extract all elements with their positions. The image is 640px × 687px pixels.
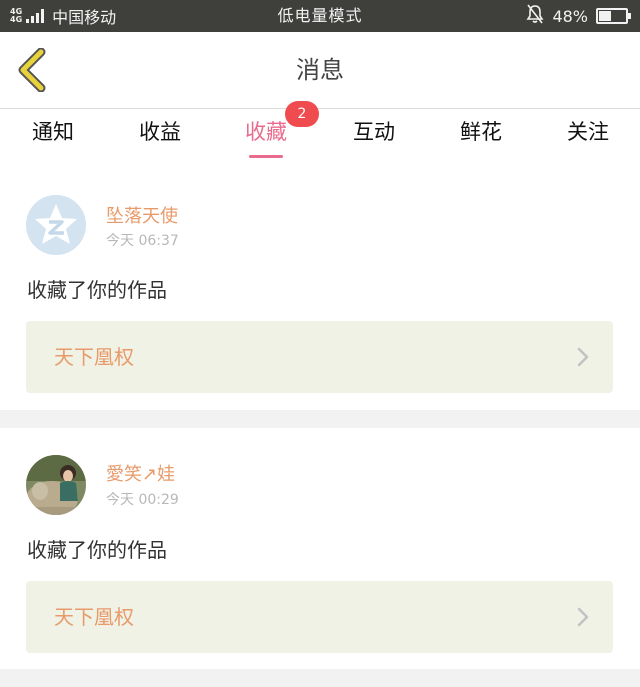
network-type-icon: 4G 4G — [10, 8, 22, 24]
back-button[interactable] — [14, 47, 54, 93]
avatar[interactable] — [26, 195, 86, 255]
tab-follows[interactable]: 关注 — [567, 117, 609, 147]
photo-avatar-icon — [26, 455, 86, 515]
signal-icon — [26, 9, 46, 23]
avatar[interactable] — [26, 455, 86, 515]
battery-percentage: 48% — [552, 6, 588, 26]
username[interactable]: 愛笑↗娃 — [106, 460, 175, 486]
work-link[interactable]: 天下凰权 — [26, 321, 613, 393]
chevron-right-icon — [577, 607, 589, 627]
battery-fill — [599, 11, 612, 21]
status-left: 4G 4G 中国移动 — [10, 0, 116, 32]
tab-bar: 通知 收益 收藏 互动 鲜花 关注 — [0, 109, 640, 169]
carrier-name: 中国移动 — [52, 8, 117, 27]
username[interactable]: 坠落天使 — [106, 202, 178, 228]
work-title: 天下凰权 — [54, 605, 134, 629]
navigation-bar: 消息 — [0, 32, 640, 109]
battery-icon — [596, 8, 631, 24]
unread-badge: 2 — [285, 101, 319, 127]
mute-bell-icon — [526, 4, 544, 28]
active-tab-indicator — [249, 155, 283, 158]
tab-notifications[interactable]: 通知 — [32, 117, 74, 147]
chevron-right-icon — [577, 347, 589, 367]
action-text: 收藏了你的作品 — [27, 538, 167, 562]
qzone-star-icon — [26, 195, 86, 255]
message-card: 愛笑↗娃 今天 00:29 收藏了你的作品 天下凰权 — [0, 428, 640, 669]
tab-favorites[interactable]: 收藏 — [245, 117, 287, 147]
action-text: 收藏了你的作品 — [27, 278, 167, 302]
tab-flowers[interactable]: 鲜花 — [460, 117, 502, 147]
timestamp: 今天 06:37 — [106, 233, 179, 249]
section-divider — [0, 669, 640, 687]
timestamp: 今天 00:29 — [106, 492, 179, 508]
chevron-left-icon — [18, 47, 46, 93]
work-title: 天下凰权 — [54, 345, 134, 369]
tab-earnings[interactable]: 收益 — [139, 117, 181, 147]
page-title: 消息 — [296, 56, 344, 84]
work-link[interactable]: 天下凰权 — [26, 581, 613, 653]
section-divider — [0, 410, 640, 428]
status-right: 48% — [526, 0, 631, 32]
network-type-bottom: 4G — [10, 15, 23, 24]
tab-interactions[interactable]: 互动 — [353, 117, 395, 147]
status-bar: 4G 4G 中国移动 低电量模式 48% — [0, 0, 640, 32]
message-card: 坠落天使 今天 06:37 收藏了你的作品 天下凰权 — [0, 170, 640, 410]
